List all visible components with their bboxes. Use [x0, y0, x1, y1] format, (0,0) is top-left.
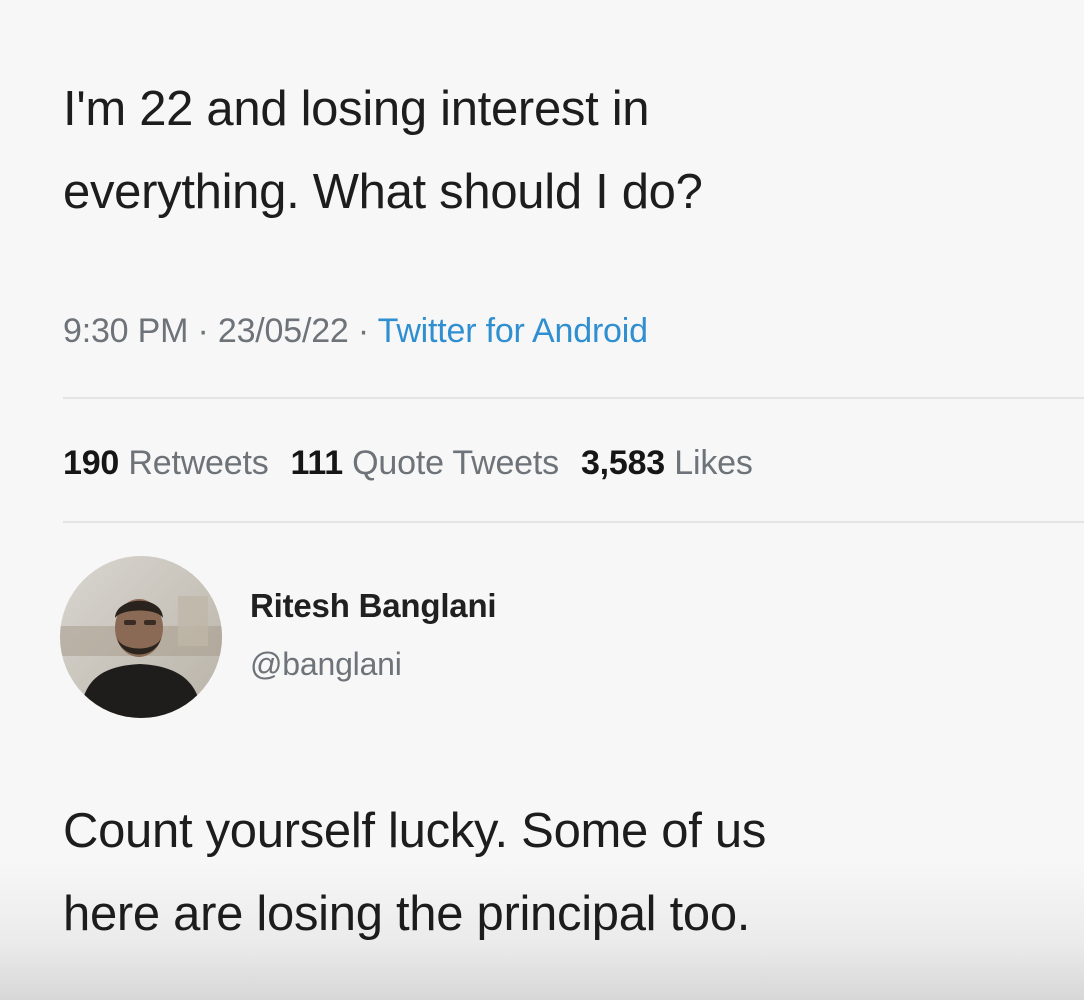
- tweet-metadata: 9:30 PM · 23/05/22 · Twitter for Android: [63, 306, 648, 356]
- retweets-count: 190: [63, 444, 120, 482]
- divider: [63, 521, 1084, 523]
- reply-line-1: Count yourself lucky. Some of us: [63, 804, 767, 858]
- quote-tweets-stat[interactable]: 111 Quote Tweets: [290, 444, 560, 482]
- tweet-screenshot: I'm 22 and losing interest in everything…: [0, 0, 1084, 1000]
- reply-line-2: here are losing the principal too.: [63, 887, 751, 941]
- likes-label: Likes: [674, 444, 753, 482]
- tweet-line-1: I'm 22 and losing interest in: [63, 82, 650, 136]
- reply-author-name[interactable]: Ritesh Banglani: [250, 583, 497, 629]
- meta-separator: ·: [188, 312, 218, 350]
- reply-body: Count yourself lucky. Some of us here ar…: [63, 790, 1063, 956]
- meta-separator: ·: [348, 312, 378, 350]
- profile-photo-icon: [60, 556, 222, 718]
- quote-tweets-label: Quote Tweets: [352, 444, 559, 482]
- divider: [63, 397, 1084, 399]
- reply-author-handle[interactable]: @banglani: [250, 641, 402, 687]
- engagement-stats: 190 Retweets 111 Quote Tweets 3,583 Likes: [63, 438, 753, 488]
- quote-tweets-count: 111: [290, 444, 344, 482]
- likes-count: 3,583: [580, 444, 666, 482]
- avatar[interactable]: [60, 556, 222, 718]
- tweet-date: 23/05/22: [217, 312, 349, 350]
- tweet-body: I'm 22 and losing interest in everything…: [63, 68, 1053, 234]
- retweets-label: Retweets: [128, 444, 269, 482]
- tweet-source-link[interactable]: Twitter for Android: [378, 312, 648, 350]
- tweet-line-2: everything. What should I do?: [63, 165, 703, 219]
- likes-stat[interactable]: 3,583 Likes: [581, 444, 753, 482]
- retweets-stat[interactable]: 190 Retweets: [63, 444, 269, 482]
- tweet-time: 9:30 PM: [63, 312, 189, 350]
